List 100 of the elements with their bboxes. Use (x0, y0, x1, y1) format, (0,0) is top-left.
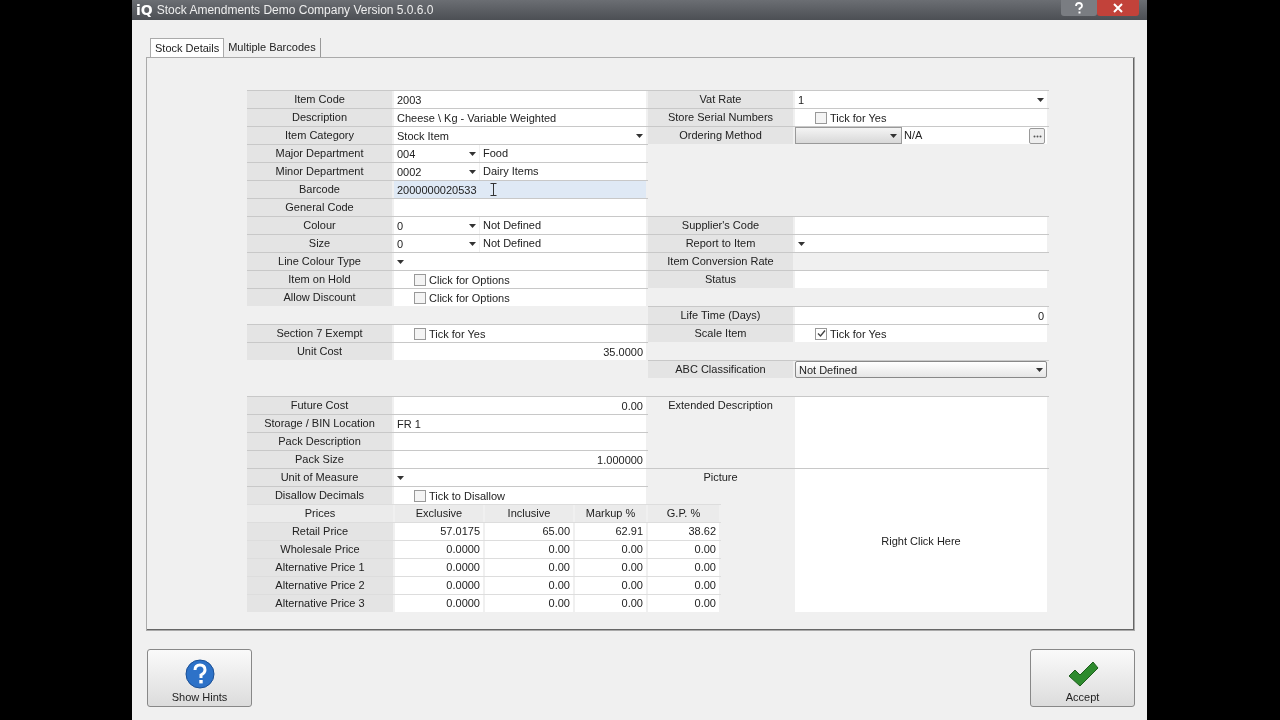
field-label: Unit Cost (247, 343, 394, 360)
column-header: Inclusive (485, 505, 575, 522)
column-header: G.P. % (648, 505, 721, 522)
text-field[interactable] (394, 433, 646, 450)
dropdown[interactable]: Not Defined (795, 361, 1047, 378)
field-label: Future Cost (247, 397, 394, 414)
field-label: Section 7 Exempt (247, 325, 394, 342)
field-value: Not Defined (480, 235, 646, 252)
column-header: Markup % (575, 505, 648, 522)
table-cell: 0.00 (648, 595, 721, 612)
text-cursor-icon (490, 183, 497, 196)
dropdown[interactable] (795, 127, 902, 144)
text-field[interactable] (795, 217, 1047, 234)
dropdown-arrow-icon (1036, 367, 1043, 372)
table-cell: 0.00 (575, 595, 648, 612)
checkbox-label: Click for Options (429, 273, 510, 286)
field-label: Report to Item (648, 235, 795, 252)
text-field[interactable]: Cheese \ Kg - Variable Weighted (394, 109, 646, 126)
field-label: Supplier's Code (648, 217, 795, 234)
code-dropdown[interactable]: 004 (394, 145, 479, 162)
field-label: Item Code (247, 91, 394, 108)
table-cell: 0.00 (485, 541, 575, 558)
field-label: Pack Description (247, 433, 394, 450)
field-label: Disallow Decimals (247, 487, 394, 504)
ellipsis-icon (1032, 134, 1042, 138)
dropdown[interactable]: Stock Item (394, 127, 646, 144)
table-cell: 0.00 (648, 541, 721, 558)
question-icon (1074, 2, 1084, 14)
checkbox-label: Tick for Yes (429, 327, 486, 340)
field-label: Store Serial Numbers (648, 109, 795, 126)
text-field[interactable] (795, 271, 1047, 288)
table-cell: 0.00 (575, 577, 648, 594)
field-label: Description (247, 109, 394, 126)
text-field[interactable]: FR 1 (394, 415, 646, 432)
checkbox[interactable] (815, 327, 827, 340)
browse-button[interactable] (1029, 128, 1045, 144)
field-label: ABC Classification (648, 361, 795, 378)
help-icon (184, 659, 215, 689)
field-label: Allow Discount (247, 289, 394, 306)
dropdown-arrow-icon (1037, 97, 1044, 102)
checkbox[interactable] (414, 327, 426, 340)
table-cell: 0.00 (575, 559, 648, 576)
checkbox[interactable] (414, 291, 426, 304)
checkbox-label: Click for Options (429, 291, 510, 304)
text-field[interactable] (394, 199, 646, 216)
dropdown-arrow-icon (469, 241, 476, 246)
field-label: Item Category (247, 127, 394, 144)
button[interactable]: Show Hints (147, 649, 252, 707)
row-header: Alternative Price 1 (247, 559, 395, 576)
tab[interactable]: Stock Details (150, 38, 225, 57)
close-icon (1113, 3, 1123, 13)
number-field[interactable]: 0 (795, 307, 1047, 324)
field-label: General Code (247, 199, 394, 216)
field-label: Line Colour Type (247, 253, 394, 270)
dropdown-arrow-icon (890, 133, 897, 138)
code-dropdown[interactable]: 0 (394, 235, 479, 252)
code-dropdown[interactable]: 0 (394, 217, 479, 234)
checkbox-label: Tick for Yes (830, 111, 887, 124)
table-cell: 62.91 (575, 523, 648, 540)
text-field[interactable]: 2003 (394, 91, 646, 108)
column-header: Prices (247, 505, 395, 522)
checkbox-label: Tick for Yes (830, 327, 887, 340)
field-label: Item on Hold (247, 271, 394, 288)
field-label: Pack Size (247, 451, 394, 468)
number-field[interactable]: 0.00 (394, 397, 646, 414)
close-button[interactable] (1097, 0, 1139, 16)
field-label: Colour (247, 217, 394, 234)
row-header: Alternative Price 3 (247, 595, 395, 612)
checkbox[interactable] (414, 273, 426, 286)
table-cell: 0.00 (648, 559, 721, 576)
dropdown-arrow-icon (469, 169, 476, 174)
field-label: Item Conversion Rate (648, 253, 795, 270)
field-label: Unit of Measure (247, 469, 394, 486)
field-label: Storage / BIN Location (247, 415, 394, 432)
table-cell: 0.0000 (395, 559, 485, 576)
field-label: Barcode (247, 181, 394, 198)
button[interactable]: Accept (1030, 649, 1135, 707)
row-header: Wholesale Price (247, 541, 395, 558)
field-label: Size (247, 235, 394, 252)
dropdown[interactable]: 1 (795, 91, 1047, 108)
picture-box[interactable]: Right Click Here (795, 469, 1047, 612)
text-field[interactable]: 2000000020533 (394, 181, 646, 198)
number-field[interactable]: 35.0000 (394, 343, 646, 360)
dropdown-arrow-icon (469, 151, 476, 156)
checkbox[interactable] (815, 111, 827, 124)
code-dropdown[interactable]: 0002 (394, 163, 479, 180)
table-cell: 38.62 (648, 523, 721, 540)
table-cell: 0.00 (485, 559, 575, 576)
table-cell: 0.00 (485, 577, 575, 594)
number-field[interactable]: 1.000000 (394, 451, 646, 468)
table-cell: 57.0175 (395, 523, 485, 540)
field-value: Food (480, 145, 646, 162)
dropdown-arrow-icon (469, 223, 476, 228)
field-label: Status (648, 271, 795, 288)
table-cell: 0.00 (648, 577, 721, 594)
field-label: Major Department (247, 145, 394, 162)
help-button[interactable] (1061, 0, 1097, 16)
window-title: Stock Amendments Demo Company Version 5.0.6.0 (156, 3, 434, 17)
checkbox[interactable] (414, 489, 426, 502)
field-label: Vat Rate (648, 91, 795, 108)
